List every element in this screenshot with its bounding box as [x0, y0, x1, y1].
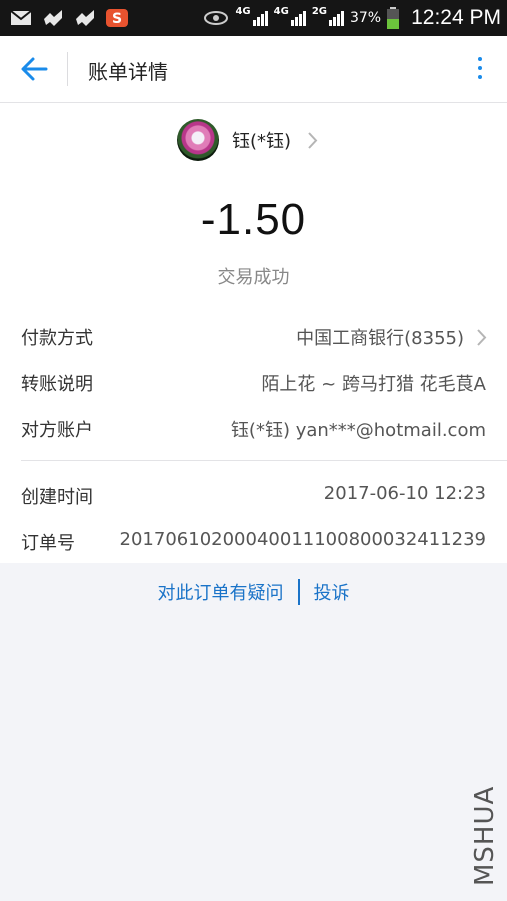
app-notification-icon — [44, 10, 62, 26]
battery-percent: 37% — [349, 10, 382, 26]
row-value: 2017-06-10 12:23 — [323, 483, 486, 504]
battery-icon — [387, 7, 400, 29]
transaction-details: 付款方式 中国工商银行(8355) 转账说明 陌上花 ~ 跨马打猎 花毛茛A 对… — [0, 301, 507, 563]
status-icons: 4G 4G 2G 37% 12:24 PM — [203, 0, 501, 36]
row-label: 付款方式 — [21, 328, 93, 349]
avatar — [177, 119, 219, 161]
signal-4g-icon: 4G — [235, 6, 268, 26]
sogou-icon: S — [106, 9, 128, 27]
order-number-row: 订单号 20170610200040011100800032411239 — [0, 518, 507, 564]
transaction-status: 交易成功 — [217, 267, 290, 288]
divider — [21, 460, 507, 461]
amount: -1.50 — [200, 195, 307, 244]
status-bar: S 4G 4G 2G 37% 12:24 PM — [0, 0, 507, 36]
row-label: 对方账户 — [21, 420, 93, 441]
svg-text:S: S — [112, 11, 122, 27]
payment-method-row[interactable]: 付款方式 中国工商银行(8355) — [0, 313, 507, 359]
row-label: 转账说明 — [21, 374, 93, 395]
row-label: 订单号 — [21, 533, 75, 554]
counterparty-account-row: 对方账户 钰(*钰) yan***@hotmail.com — [0, 405, 507, 451]
divider — [67, 52, 68, 86]
payee-name: 钰(*钰) — [232, 131, 292, 152]
page-title: 账单详情 — [88, 60, 168, 84]
row-value: 中国工商银行(8355) — [296, 324, 487, 350]
payment-method-value: 中国工商银行(8355) — [296, 328, 464, 349]
transaction-summary: 钰(*钰) -1.50 交易成功 — [0, 103, 507, 301]
row-value: 钰(*钰) yan***@hotmail.com — [230, 420, 486, 441]
chevron-right-icon — [308, 131, 318, 149]
row-value: 20170610200040011100800032411239 — [119, 529, 486, 550]
created-time-row: 创建时间 2017-06-10 12:23 — [0, 472, 507, 518]
help-links: 对此订单有疑问 投诉 — [0, 574, 507, 610]
clock: 12:24 PM — [411, 6, 501, 29]
notification-icons: S — [10, 7, 128, 29]
network-type-label: 2G — [311, 5, 327, 17]
signal-4g-icon: 4G — [274, 6, 306, 26]
watermark: MSHUA — [470, 785, 500, 886]
arrow-left-icon[interactable] — [20, 56, 48, 82]
eye-icon — [204, 11, 229, 25]
more-vertical-icon[interactable] — [475, 55, 485, 83]
payee-link[interactable]: 钰(*钰) — [177, 119, 318, 161]
order-question-link[interactable]: 对此订单有疑问 — [158, 579, 284, 605]
network-type-label: 4G — [273, 5, 289, 17]
transfer-note-row: 转账说明 陌上花 ~ 跨马打猎 花毛茛A — [0, 359, 507, 405]
row-value: 陌上花 ~ 跨马打猎 花毛茛A — [261, 374, 486, 395]
mail-icon — [10, 10, 32, 25]
complain-link[interactable]: 投诉 — [314, 579, 350, 605]
row-label: 创建时间 — [21, 487, 93, 508]
chevron-right-icon — [477, 328, 487, 346]
signal-2g-icon: 2G — [312, 6, 344, 26]
app-notification-icon — [76, 10, 94, 26]
divider — [297, 579, 300, 605]
network-type-label: 4G — [235, 5, 251, 17]
app-bar: 账单详情 — [0, 36, 507, 103]
